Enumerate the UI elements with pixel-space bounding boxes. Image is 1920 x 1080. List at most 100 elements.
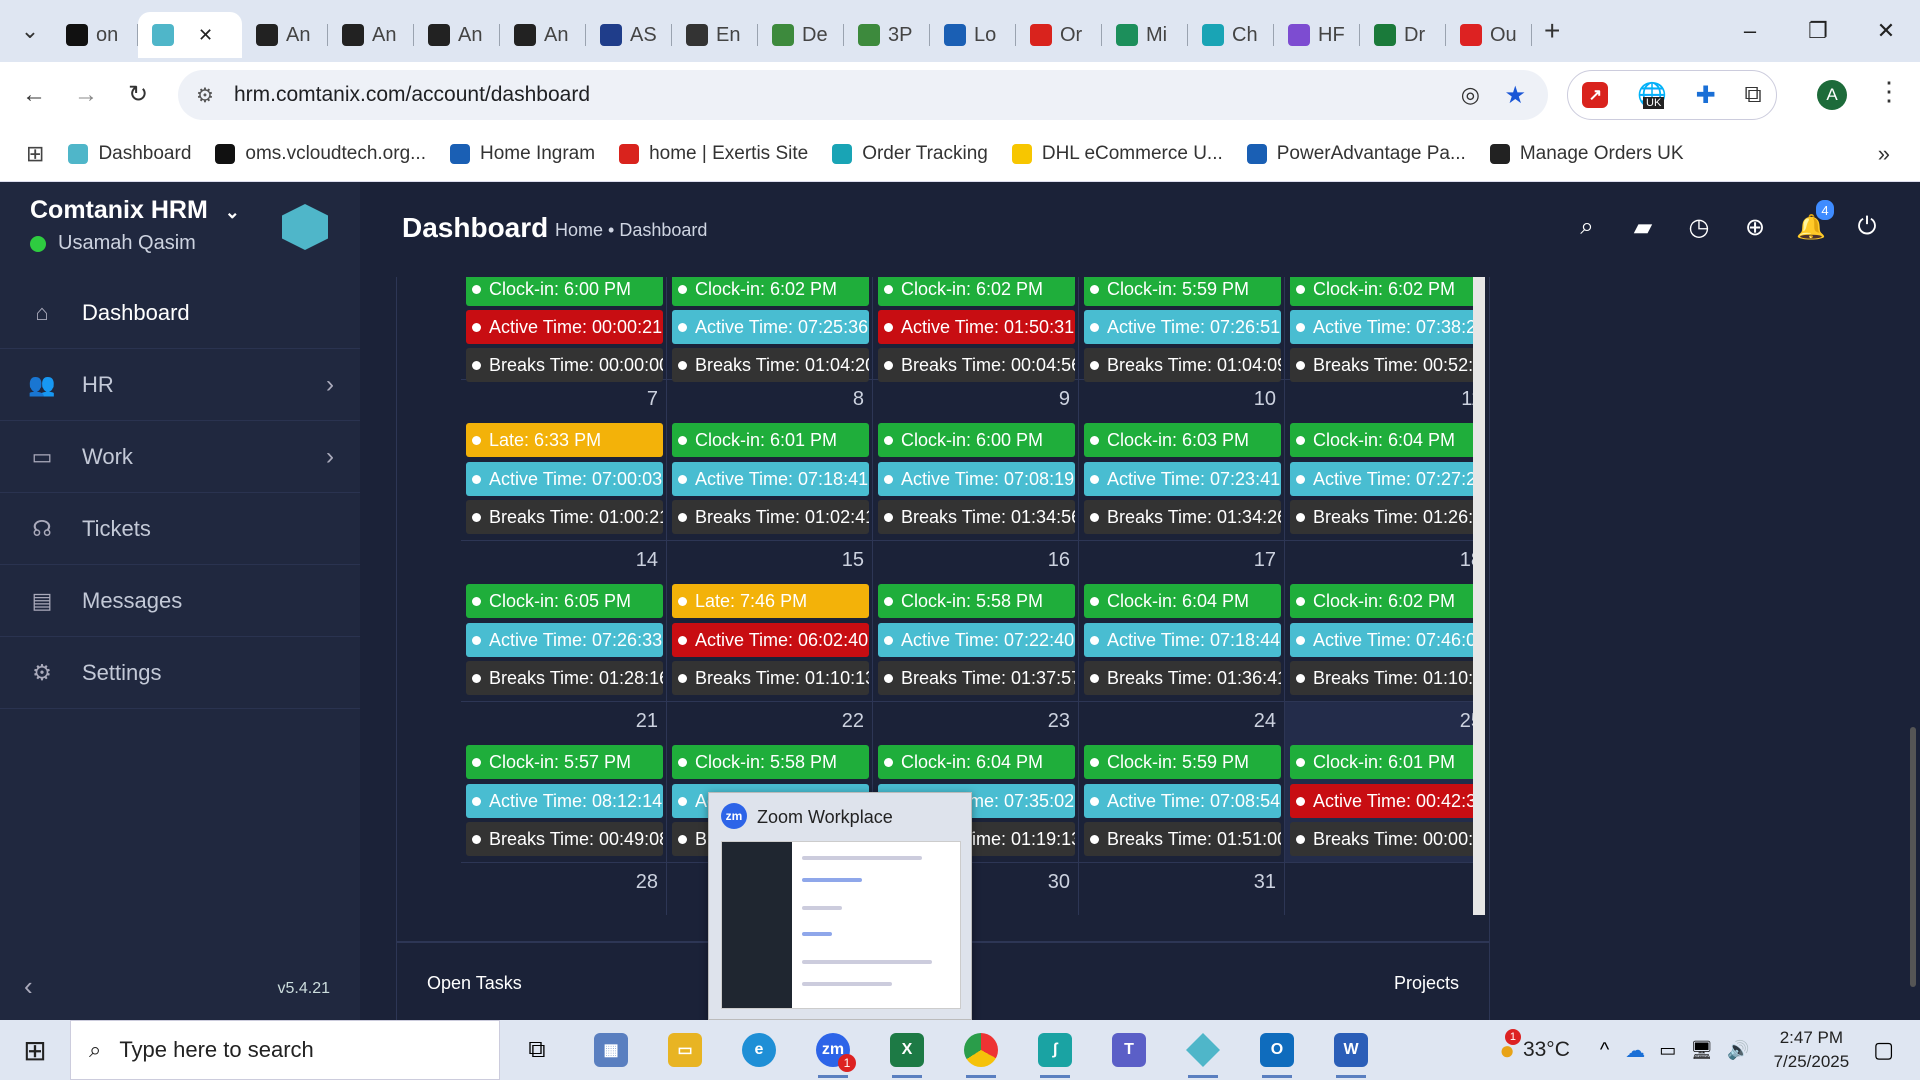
- clock-in-event[interactable]: Late: 7:46 PM: [672, 584, 869, 618]
- bookmark-item[interactable]: Home Ingram: [449, 143, 595, 165]
- active-time-event[interactable]: Active Time: 01:50:31: [878, 310, 1075, 344]
- windows-start-button[interactable]: ⊞: [0, 1034, 70, 1067]
- chrome-icon[interactable]: [944, 1020, 1018, 1080]
- collapse-sidebar-icon[interactable]: ‹: [24, 971, 33, 1002]
- browser-tab[interactable]: on: [52, 12, 138, 58]
- calculator-icon[interactable]: ▦: [574, 1020, 648, 1080]
- sidebar-item-tickets[interactable]: ☊ Tickets: [0, 493, 360, 565]
- active-time-event[interactable]: Active Time: 07:18:44: [1084, 623, 1281, 657]
- breaks-time-event[interactable]: Breaks Time: 01:51:00: [1084, 822, 1281, 856]
- forward-button[interactable]: →: [60, 81, 112, 109]
- volume-icon[interactable]: 🔊: [1727, 1040, 1749, 1061]
- browser-tab[interactable]: ✕: [138, 12, 242, 58]
- active-time-event[interactable]: Active Time: 07:46:0: [1290, 623, 1473, 657]
- task-view-icon[interactable]: ⧉: [500, 1020, 574, 1080]
- page-scrollbar[interactable]: [1906, 277, 1920, 1020]
- close-window-button[interactable]: ✕: [1852, 0, 1920, 62]
- taskbar-search[interactable]: ⌕ Type here to search: [70, 1020, 500, 1080]
- breaks-time-event[interactable]: Breaks Time: 01:10:13: [672, 661, 869, 695]
- minimize-button[interactable]: –: [1716, 0, 1784, 62]
- clock-in-event[interactable]: Clock-in: 6:02 PM: [672, 277, 869, 306]
- browser-tab[interactable]: An: [328, 12, 414, 58]
- weather-widget[interactable]: ● 1 33°C: [1499, 1028, 1570, 1066]
- calendar-day-cell[interactable]: 25 Clock-in: 6:01 PM Active Time: 00:42:3 B…: [1285, 702, 1473, 862]
- restore-button[interactable]: ❐: [1784, 0, 1852, 62]
- clock-in-event[interactable]: Clock-in: 6:01 PM: [1290, 745, 1473, 779]
- clock-icon[interactable]: ◷: [1686, 214, 1712, 241]
- sidebar-item-hr[interactable]: 👥 HR ›: [0, 349, 360, 421]
- url-text[interactable]: hrm.comtanix.com/account/dashboard: [234, 83, 590, 107]
- notifications-icon[interactable]: ▢: [1873, 1037, 1894, 1063]
- active-time-event[interactable]: Active Time: 07:22:40: [878, 623, 1075, 657]
- network-icon[interactable]: 🖥: [1690, 1040, 1713, 1061]
- breaks-time-event[interactable]: Breaks Time: 01:34:56: [878, 500, 1075, 534]
- teams-icon[interactable]: T: [1092, 1020, 1166, 1080]
- taskbar-clock[interactable]: 2:47 PM 7/25/2025: [1774, 1026, 1850, 1074]
- more-bookmarks-icon[interactable]: »: [1878, 141, 1890, 167]
- clock-in-event[interactable]: Clock-in: 5:58 PM: [672, 745, 869, 779]
- calendar-day-cell[interactable]: 24 Clock-in: 5:59 PM Active Time: 07:08:54…: [1079, 702, 1285, 862]
- bookmark-item[interactable]: DHL eCommerce U...: [1011, 143, 1223, 165]
- brand-title[interactable]: Comtanix HRM ⌄: [30, 196, 240, 225]
- outlook-icon[interactable]: O: [1240, 1020, 1314, 1080]
- browser-tab[interactable]: Or: [1016, 12, 1102, 58]
- breaks-time-event[interactable]: Breaks Time: 01:04:09: [1084, 348, 1281, 382]
- active-time-event[interactable]: Active Time: 07:38:2: [1290, 310, 1473, 344]
- active-time-event[interactable]: Active Time: 07:08:54: [1084, 784, 1281, 818]
- calendar-day-cell[interactable]: 17 Clock-in: 6:04 PM Active Time: 07:18:44…: [1079, 541, 1285, 701]
- chevron-up-icon[interactable]: ^: [1600, 1039, 1609, 1062]
- bookmark-star-icon[interactable]: ★: [1504, 81, 1526, 110]
- calendar-day-cell[interactable]: 10 Clock-in: 6:03 PM Active Time: 07:23:41…: [1079, 380, 1285, 540]
- active-time-event[interactable]: Active Time: 00:00:21: [466, 310, 663, 344]
- bell-icon[interactable]: 🔔 4: [1796, 200, 1834, 241]
- calendar-day-cell[interactable]: 7 Late: 6:33 PM Active Time: 07:00:03 Break…: [461, 380, 667, 540]
- tab-search-button[interactable]: ⌄: [8, 9, 52, 53]
- active-time-event[interactable]: Active Time: 07:27:2: [1290, 462, 1473, 496]
- calendar-day-cell[interactable]: 21 Clock-in: 5:57 PM Active Time: 08:12:14…: [461, 702, 667, 862]
- zoom-window-thumbnail[interactable]: [721, 841, 961, 1009]
- breaks-time-event[interactable]: Breaks Time: 01:37:57: [878, 661, 1075, 695]
- active-time-event[interactable]: Active Time: 00:42:3: [1290, 784, 1473, 818]
- clock-in-event[interactable]: Clock-in: 6:00 PM: [466, 277, 663, 306]
- breaks-time-event[interactable]: Breaks Time: 01:04:20: [672, 348, 869, 382]
- clock-in-event[interactable]: Clock-in: 6:02 PM: [878, 277, 1075, 306]
- calendar-day-cell[interactable]: Clock-in: 6:02 PM Active Time: 01:50:31 Br…: [873, 277, 1079, 382]
- zoom-taskbar-icon[interactable]: zm 1: [796, 1020, 870, 1080]
- calendar-scrollbar[interactable]: [1473, 277, 1485, 915]
- pdf-extension-icon[interactable]: ↗: [1582, 82, 1609, 108]
- breadcrumb[interactable]: Home • Dashboard: [555, 220, 707, 241]
- active-time-event[interactable]: Active Time: 07:00:03: [466, 462, 663, 496]
- close-tab-icon[interactable]: ✕: [198, 25, 213, 46]
- clock-in-event[interactable]: Clock-in: 6:02 PM: [1290, 277, 1473, 306]
- breaks-time-event[interactable]: Breaks Time: 01:36:41: [1084, 661, 1281, 695]
- breaks-time-event[interactable]: Breaks Time: 01:26:2: [1290, 500, 1473, 534]
- breaks-time-event[interactable]: Breaks Time: 01:10:4: [1290, 661, 1473, 695]
- clock-in-event[interactable]: Clock-in: 6:04 PM: [878, 745, 1075, 779]
- breaks-time-event[interactable]: Breaks Time: 00:00:00: [466, 348, 663, 382]
- sway-icon[interactable]: ʃ: [1018, 1020, 1092, 1080]
- apps-grid-icon[interactable]: ⊞: [26, 141, 44, 167]
- excel-icon[interactable]: X: [870, 1020, 944, 1080]
- browser-tab[interactable]: En: [672, 12, 758, 58]
- breaks-time-event[interactable]: Breaks Time: 01:00:21: [466, 500, 663, 534]
- browser-tab[interactable]: Dr: [1360, 12, 1446, 58]
- clock-in-event[interactable]: Clock-in: 5:58 PM: [878, 584, 1075, 618]
- bookmark-item[interactable]: Order Tracking: [832, 143, 988, 165]
- word-icon[interactable]: W: [1314, 1020, 1388, 1080]
- active-time-event[interactable]: Active Time: 07:08:19: [878, 462, 1075, 496]
- bookmark-item[interactable]: oms.vcloudtech.org...: [215, 143, 426, 165]
- active-time-event[interactable]: Active Time: 07:18:41: [672, 462, 869, 496]
- clover-extension-icon[interactable]: ✚: [1696, 81, 1716, 110]
- bookmark-item[interactable]: Dashboard: [68, 143, 191, 165]
- browser-tab[interactable]: AS: [586, 12, 672, 58]
- browser-tab[interactable]: Ou: [1446, 12, 1532, 58]
- clock-in-event[interactable]: Clock-in: 6:00 PM: [878, 423, 1075, 457]
- sticky-note-icon[interactable]: ▰: [1630, 214, 1656, 241]
- calendar-day-cell[interactable]: 9 Clock-in: 6:00 PM Active Time: 07:08:19 B…: [873, 380, 1079, 540]
- new-tab-button[interactable]: +: [1544, 15, 1560, 47]
- breaks-time-event[interactable]: Breaks Time: 01:34:26: [1084, 500, 1281, 534]
- calendar-viewport[interactable]: Clock-in: 6:00 PM Active Time: 00:00:21 Br…: [461, 277, 1485, 915]
- edge-icon[interactable]: e: [722, 1020, 796, 1080]
- sidebar-item-dashboard[interactable]: ⌂ Dashboard: [0, 277, 360, 349]
- clock-in-event[interactable]: Clock-in: 6:04 PM: [1290, 423, 1473, 457]
